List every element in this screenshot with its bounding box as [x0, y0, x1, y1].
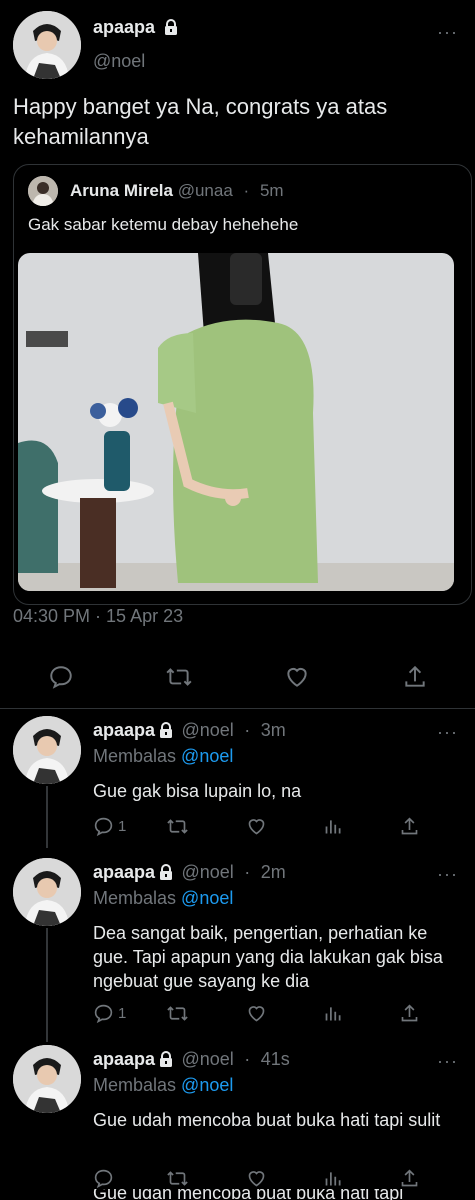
reply-time[interactable]: 41s [261, 1049, 290, 1069]
views-button[interactable] [323, 816, 344, 837]
tweet-timestamp[interactable]: 04:30 PM · 15 Apr 23 [13, 606, 183, 627]
lock-icon [160, 864, 173, 880]
reply-icon [94, 1169, 113, 1189]
share-icon [405, 665, 425, 687]
quote-display-name[interactable]: Aruna Mirela [70, 181, 173, 200]
lock-icon [160, 722, 173, 738]
quote-time[interactable]: 5m [260, 181, 284, 200]
separator: · [243, 181, 250, 200]
display-name[interactable]: apaapa [93, 720, 155, 740]
user-handle[interactable]: @noel [182, 1049, 234, 1069]
user-handle[interactable]: @noel [93, 51, 145, 72]
avatar[interactable] [13, 11, 81, 79]
reply-text: Gue udah mencoba buat buka hati tapi sul… [93, 1110, 441, 1130]
more-icon[interactable]: ··· [437, 1051, 458, 1072]
avatar[interactable] [13, 1045, 81, 1113]
like-icon [248, 1006, 265, 1022]
retweet-icon [167, 1006, 188, 1021]
thread-line [46, 928, 48, 1042]
share-button[interactable] [399, 816, 420, 837]
share-icon [401, 1169, 418, 1187]
retweet-button[interactable] [166, 816, 189, 837]
retweet-button[interactable] [166, 1003, 189, 1024]
replying-prefix: Membalas [93, 888, 177, 908]
quote-avatar[interactable] [28, 176, 58, 206]
share-icon [401, 1004, 418, 1022]
views-button[interactable] [323, 1168, 344, 1189]
like-button[interactable] [246, 816, 267, 837]
replying-to-link[interactable]: @noel [181, 888, 233, 908]
reply-text: Dea sangat baik, pengertian, perhatian k… [93, 923, 443, 991]
reply-count: 1 [118, 1005, 127, 1022]
reply-button[interactable] [48, 664, 74, 690]
avatar[interactable] [13, 858, 81, 926]
replying-prefix: Membalas [93, 746, 177, 766]
reply-time[interactable]: 3m [261, 720, 286, 740]
separator: · [244, 862, 251, 882]
lock-icon [160, 1051, 173, 1067]
replying-to-link[interactable]: @noel [181, 746, 233, 766]
quote-handle[interactable]: @unaa [178, 181, 233, 200]
views-icon [325, 820, 341, 834]
lock-icon [164, 19, 177, 35]
views-icon [325, 1172, 341, 1186]
more-icon[interactable]: ··· [437, 722, 458, 743]
reply-count: 1 [118, 818, 127, 835]
reply-button[interactable]: 1 [93, 1003, 126, 1024]
cutoff-text: Gue udah mencoba buat buka hati tapi [93, 1189, 404, 1200]
share-icon [401, 817, 418, 835]
reply-time[interactable]: 2m [261, 862, 286, 882]
reply-icon [94, 817, 113, 837]
like-button[interactable] [246, 1003, 267, 1024]
retweet-icon [167, 1171, 188, 1186]
user-handle[interactable]: @noel [182, 862, 234, 882]
like-icon [248, 819, 265, 835]
reply-button[interactable] [93, 1168, 114, 1189]
more-icon[interactable]: ··· [437, 22, 458, 43]
views-icon [325, 1007, 341, 1021]
like-button[interactable] [284, 664, 310, 690]
like-button[interactable] [246, 1168, 267, 1189]
thread-line [46, 786, 48, 848]
quote-text: Gak sabar ketemu debay hehehehe [28, 215, 299, 234]
retweet-icon [166, 668, 192, 686]
replying-to-link[interactable]: @noel [181, 1075, 233, 1095]
like-icon [248, 1171, 265, 1187]
display-name[interactable]: apaapa [93, 17, 155, 37]
retweet-button[interactable] [166, 1168, 189, 1189]
user-handle[interactable]: @noel [182, 720, 234, 740]
avatar[interactable] [13, 716, 81, 784]
reply-icon [94, 1004, 113, 1024]
display-name[interactable]: apaapa [93, 862, 155, 882]
like-icon [287, 667, 307, 687]
views-button[interactable] [323, 1003, 344, 1024]
reply-icon [50, 666, 72, 689]
cutoff-text-clip: Gue udah mencoba buat buka hati tapi [93, 1189, 463, 1200]
quote-photo[interactable] [18, 253, 454, 591]
reply-button[interactable]: 1 [93, 816, 126, 837]
tweet-text: Happy banget ya Na, congrats ya atas keh… [13, 94, 388, 149]
quote-tweet-card[interactable]: Aruna Mirela @unaa · 5m Gak sabar ketemu… [13, 164, 472, 605]
reply-text: Gue gak bisa lupain lo, na [93, 781, 302, 801]
display-name[interactable]: apaapa [93, 1049, 155, 1069]
share-button[interactable] [402, 664, 428, 690]
separator: · [244, 1049, 251, 1069]
replying-prefix: Membalas [93, 1075, 177, 1095]
divider [0, 708, 475, 709]
retweet-icon [167, 819, 188, 834]
share-button[interactable] [399, 1003, 420, 1024]
separator: · [244, 720, 251, 740]
more-icon[interactable]: ··· [437, 864, 458, 885]
retweet-button[interactable] [165, 664, 193, 690]
share-button[interactable] [399, 1168, 420, 1189]
